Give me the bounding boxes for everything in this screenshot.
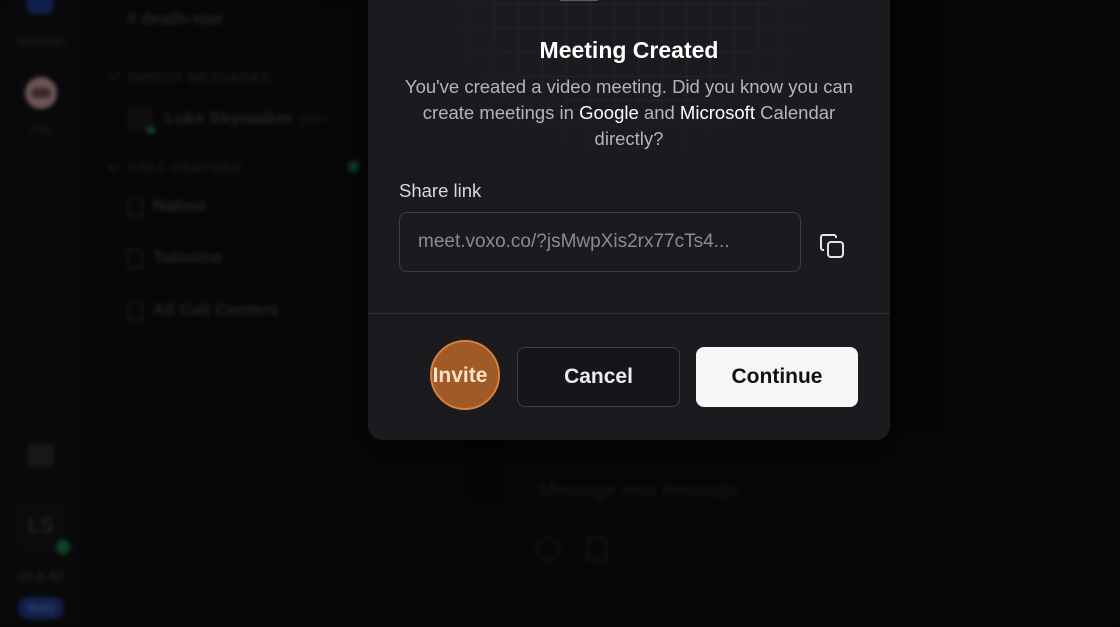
continue-button[interactable]: Continue [696,347,858,407]
google-text: Google [579,102,639,123]
cancel-button[interactable]: Cancel [517,347,680,407]
invite-button[interactable]: Invite [422,347,498,407]
dialog-title: Meeting Created [539,37,719,63]
share-link-field[interactable]: meet.voxo.co/?jsMwpXis2rx77cTs4... [399,212,801,272]
screen: Message Fax LS v0.6.42 Beta # death-star… [0,0,1120,627]
meeting-created-dialog: Meeting Created You've created a video m… [368,0,890,440]
dialog-description: You've created a video meeting. Did you … [404,74,854,152]
and-text: and [638,102,680,123]
dialog-divider [368,313,890,314]
microsoft-text: Microsoft [679,102,755,123]
share-link-label: Share link [399,180,482,201]
copy-icon[interactable] [814,228,850,264]
illustration-bar [560,0,598,1]
